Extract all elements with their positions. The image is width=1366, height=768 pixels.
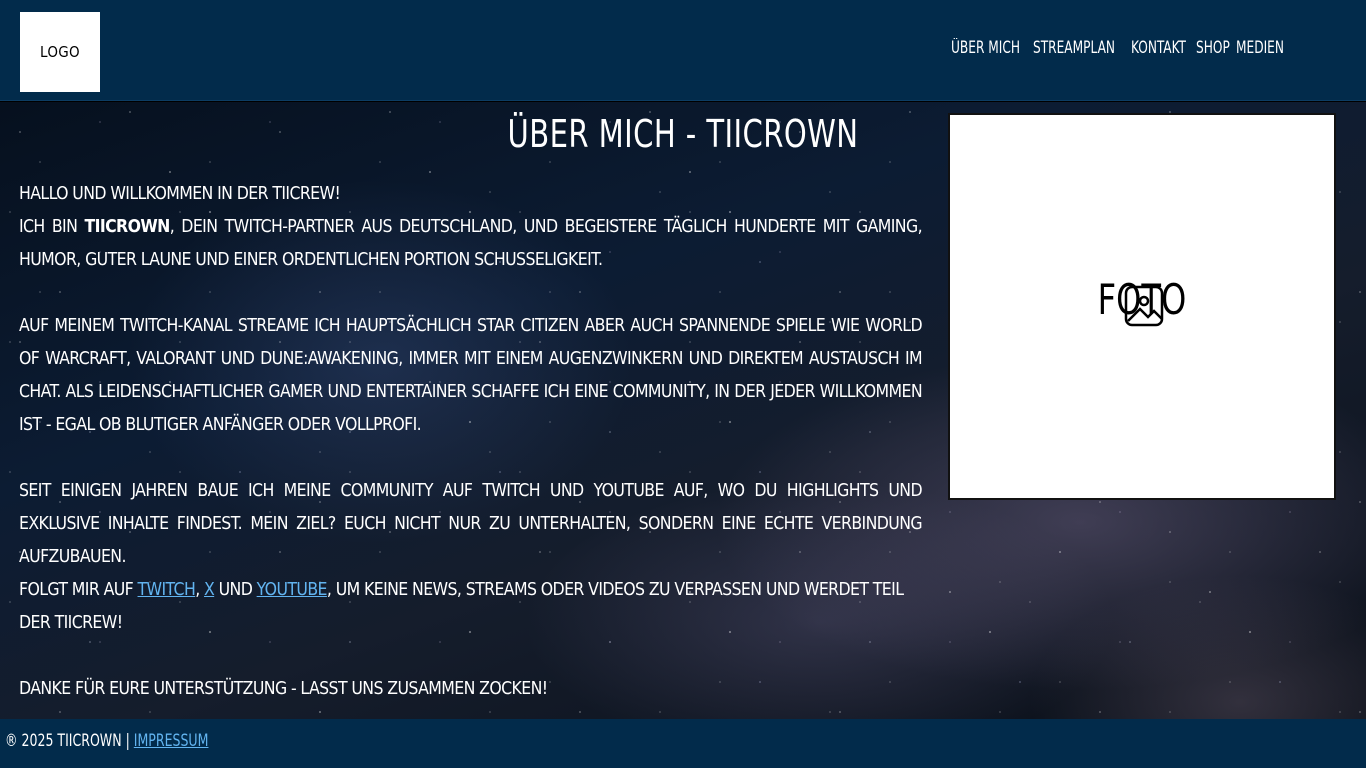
streamer-name: TiiCrown (84, 217, 170, 237)
nav-medien[interactable]: Medien (1236, 38, 1284, 57)
greeting-text: Hallo und willkommen in der TiiCrew! (19, 184, 341, 204)
follow-prefix: Folgt mir auf (19, 580, 138, 600)
nav-kontakt[interactable]: Kontakt (1131, 38, 1186, 57)
thanks-text: Danke für eure Unterstützung - lasst uns… (19, 679, 548, 699)
copyright-text: ® 2025 TiiCrown | (5, 731, 134, 751)
logo[interactable]: Logo (20, 12, 100, 92)
nav-ueber-mich[interactable]: Über mich (951, 38, 1020, 57)
main-nav: Über mich Streamplan Kontakt Shop Medien (951, 38, 1294, 57)
site-header: Logo Über mich Streamplan Kontakt Shop M… (0, 0, 1366, 101)
youtube-link[interactable]: YouTube (257, 580, 328, 600)
streaming-paragraph: Auf meinem Twitch-Kanal streame ich haup… (19, 316, 923, 435)
x-link[interactable]: X (204, 580, 215, 600)
twitch-link[interactable]: Twitch (138, 580, 196, 600)
nav-shop[interactable]: Shop (1196, 38, 1230, 57)
logo-text: Logo (40, 43, 80, 61)
separator: , (195, 580, 204, 600)
community-paragraph: Seit einigen Jahren baue ich meine Commu… (19, 481, 923, 567)
intro-prefix: Ich bin (19, 217, 85, 237)
follow-and: und (214, 580, 257, 600)
image-icon (1124, 285, 1164, 327)
impressum-link[interactable]: Impressum (134, 731, 209, 751)
about-text: Hallo und willkommen in der TiiCrew! Ich… (19, 178, 923, 706)
nav-streamplan[interactable]: Streamplan (1033, 38, 1115, 57)
intro-paragraph: Ich bin TiiCrown, dein Twitch-Partner au… (19, 211, 923, 277)
site-footer: ® 2025 TiiCrown | Impressum (0, 719, 1366, 768)
follow-paragraph: Folgt mir auf Twitch, X und YouTube, um … (19, 574, 922, 640)
photo-placeholder: Foto (948, 113, 1336, 500)
footer-text: ® 2025 TiiCrown | Impressum (5, 731, 208, 751)
